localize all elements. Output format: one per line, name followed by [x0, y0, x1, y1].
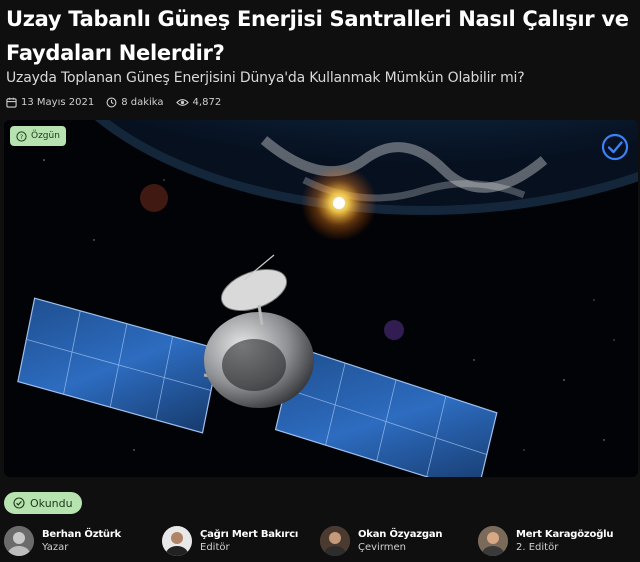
- clock-icon: [106, 97, 117, 107]
- contributor-item[interactable]: Berhan Öztürk Yazar: [4, 526, 121, 556]
- hero-image: ? Özgün: [4, 120, 638, 477]
- verified-check-icon[interactable]: [600, 132, 630, 162]
- svg-text:?: ?: [20, 132, 23, 140]
- avatar: [4, 526, 34, 556]
- eye-icon: [175, 98, 189, 106]
- question-circle-icon: ?: [16, 130, 27, 142]
- contributor-name: Berhan Öztürk: [42, 529, 122, 540]
- avatar: [162, 526, 192, 556]
- article-meta: 13 Mayıs 2021 8 dakika 4,872: [6, 94, 221, 110]
- check-circle-icon: [13, 497, 25, 509]
- contributor-item[interactable]: Okan Özyazgan Çevirmen: [320, 526, 443, 556]
- meta-views: 4,872: [175, 96, 222, 108]
- contributor-role: Editör: [200, 542, 230, 553]
- original-badge-label: Özgün: [31, 131, 60, 141]
- contributor-item[interactable]: Mert Karagözoğlu 2. Editör: [478, 526, 614, 556]
- meta-date: 13 Mayıs 2021: [6, 97, 94, 108]
- read-status-button[interactable]: Okundu: [4, 492, 82, 514]
- article-title: Uzay Tabanlı Güneş Enerjisi Santralleri …: [6, 7, 629, 65]
- read-status-label: Okundu: [30, 496, 73, 510]
- article-subtitle: Uzayda Toplanan Güneş Enerjisini Dünya'd…: [6, 70, 525, 86]
- contributor-name: Çağrı Mert Bakırcı: [200, 529, 299, 540]
- avatar: [478, 526, 508, 556]
- contributor-name: Mert Karagözoğlu: [516, 529, 614, 540]
- avatar: [320, 526, 350, 556]
- calendar-icon: [6, 97, 17, 108]
- contributors-list: Berhan Öztürk Yazar Çağrı Mert Bakırcı E…: [4, 526, 638, 558]
- contributor-name: Okan Özyazgan: [358, 529, 443, 540]
- original-badge[interactable]: ? Özgün: [10, 126, 66, 146]
- satellite-earth-illustration: [4, 120, 638, 477]
- contributor-role: Çevirmen: [358, 542, 406, 553]
- meta-read-time-text: 8 dakika: [121, 96, 164, 108]
- contributor-item[interactable]: Çağrı Mert Bakırcı Editör: [162, 526, 298, 556]
- meta-date-text: 13 Mayıs 2021: [21, 96, 95, 108]
- meta-views-text: 4,872: [192, 96, 222, 108]
- contributor-role: Yazar: [42, 542, 69, 553]
- meta-read-time: 8 dakika: [106, 96, 164, 108]
- contributor-role: 2. Editör: [516, 542, 559, 553]
